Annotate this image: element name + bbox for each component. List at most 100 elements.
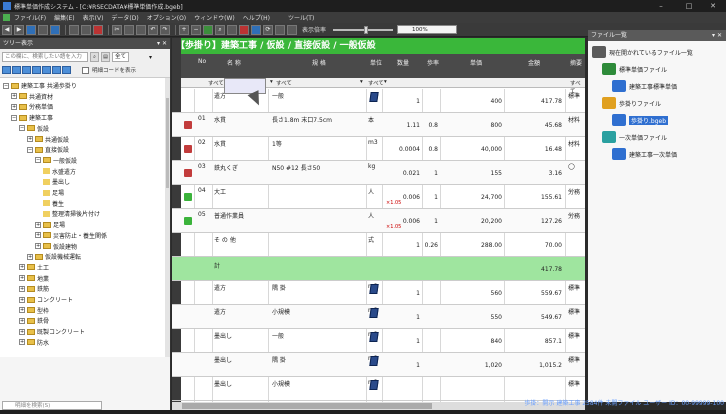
save-icon[interactable] bbox=[50, 24, 60, 35]
expand-icon[interactable]: + bbox=[19, 307, 25, 314]
cell-amount[interactable]: 45.68 bbox=[507, 122, 562, 129]
expand-icon[interactable]: + bbox=[19, 296, 25, 303]
zoom-value-field[interactable]: 100% bbox=[397, 25, 458, 34]
preview-icon[interactable] bbox=[81, 24, 91, 35]
menu-help[interactable]: ヘルプ(H) bbox=[243, 13, 270, 22]
expand-icon[interactable]: + bbox=[35, 221, 41, 228]
tree-item[interactable]: 足場 bbox=[43, 188, 64, 197]
cell-qty[interactable]: 1 bbox=[384, 290, 420, 297]
table-row[interactable]: 03 鉄丸くぎ N50 #12 長さ50 kg 0.021 1 155 3.16 ◯ bbox=[172, 161, 585, 185]
cell-no[interactable]: 04 bbox=[198, 187, 210, 194]
cell-name[interactable]: 大工 bbox=[214, 187, 264, 196]
tree-item[interactable]: + 型枠 bbox=[19, 306, 49, 315]
cell-amount[interactable]: 3.16 bbox=[507, 170, 562, 177]
cell-price[interactable]: 40,000 bbox=[442, 146, 502, 153]
cell-rate[interactable]: 1 bbox=[422, 194, 438, 201]
cell-spec[interactable]: 一般 bbox=[272, 331, 362, 340]
tree-item[interactable]: − 建築工事 共通歩掛り bbox=[3, 81, 77, 90]
paste-icon[interactable] bbox=[136, 24, 146, 35]
menu-view[interactable]: 表示(V) bbox=[83, 13, 104, 22]
cell-qty[interactable]: 0.0004 bbox=[384, 146, 420, 153]
cell-no[interactable]: 02 bbox=[198, 139, 210, 146]
cell-name[interactable]: 墨出し bbox=[214, 379, 264, 388]
tree-item[interactable]: + 共通資材 bbox=[11, 92, 53, 101]
search-options-icon[interactable]: ▤ bbox=[101, 52, 110, 62]
remove-row-icon[interactable]: − bbox=[191, 24, 201, 35]
table-row[interactable]: 墨出し一般m21840857.1標準 bbox=[172, 329, 585, 353]
cell-name[interactable]: 墨出し bbox=[214, 355, 264, 364]
cell-note[interactable]: 材料 bbox=[568, 115, 584, 124]
expand-icon[interactable]: + bbox=[19, 339, 25, 346]
expand-icon[interactable]: + bbox=[27, 136, 33, 142]
tree-scrollbar-thumb[interactable] bbox=[166, 98, 169, 188]
cell-name[interactable]: 普通作業員 bbox=[214, 211, 264, 220]
delete-icon[interactable] bbox=[93, 24, 103, 35]
table-row[interactable]: 05 普通作業員人 0.006 1 20,200 127.26 労務 ×1.05 bbox=[172, 209, 585, 233]
table-row[interactable]: そ の 他 式 1 0.26 288.00 70.00 bbox=[172, 233, 585, 257]
collapse-icon[interactable]: − bbox=[3, 82, 9, 89]
file-list-item[interactable]: 標準単価ファイル bbox=[602, 63, 667, 75]
table-row[interactable]: 01 水貫 長さ1.8m 末口7.5cm 本 1.11 0.8 800 45.68 材料 bbox=[172, 113, 585, 137]
tree-item[interactable]: − 建築工事 bbox=[11, 113, 53, 122]
cell-note[interactable]: 標準 bbox=[568, 379, 584, 388]
cell-price[interactable]: 840 bbox=[442, 338, 502, 345]
cell-unit[interactable]: 式 bbox=[368, 235, 382, 244]
file-list-item[interactable]: 歩掛り.bgeb bbox=[612, 114, 669, 126]
expand-icon[interactable]: + bbox=[19, 317, 25, 324]
file-list-item[interactable]: 一次単価ファイル bbox=[602, 131, 667, 143]
tree-item[interactable]: + 防水 bbox=[19, 338, 49, 347]
table-row[interactable]: 墨出し小規模m2標準 bbox=[172, 377, 585, 401]
cell-no[interactable]: 01 bbox=[198, 115, 210, 122]
tree-tool-icon[interactable] bbox=[12, 66, 21, 74]
tree-item[interactable]: + 仮設建物 bbox=[35, 242, 77, 251]
cell-amount[interactable]: 16.48 bbox=[507, 146, 562, 153]
col-header-unit[interactable]: 単位 bbox=[370, 58, 382, 67]
cell-note[interactable]: 標準 bbox=[568, 355, 584, 364]
cell-qty[interactable]: 1 bbox=[384, 338, 420, 345]
filter-name-arrow-icon[interactable]: ▾ bbox=[270, 79, 273, 85]
expand-icon[interactable]: + bbox=[11, 103, 17, 110]
detail-search-field[interactable]: 明細を検索(S) bbox=[2, 401, 102, 410]
cell-rate[interactable]: 1 bbox=[422, 170, 438, 177]
tree-scrollbar[interactable] bbox=[165, 78, 170, 357]
tree-item[interactable]: 養生 bbox=[43, 199, 64, 208]
cell-name[interactable]: 水貫 bbox=[214, 139, 264, 148]
cell-unit[interactable]: 人 bbox=[368, 211, 382, 220]
cell-spec[interactable]: 1等 bbox=[272, 139, 362, 148]
tree-item[interactable]: − 一般仮設 bbox=[35, 156, 77, 165]
menu-edit[interactable]: 編集(E) bbox=[54, 13, 74, 22]
zoom-slider[interactable] bbox=[333, 25, 394, 34]
cell-note[interactable]: 労務 bbox=[568, 187, 584, 196]
cell-spec[interactable]: 小規模 bbox=[272, 379, 362, 388]
tree-search-input[interactable] bbox=[2, 52, 88, 62]
table-row[interactable]: 02 水貫 1等 m3 0.0004 0.8 40,000 16.48 材料 bbox=[172, 137, 585, 161]
copy-icon[interactable] bbox=[124, 24, 134, 35]
filter-name[interactable]: すべて bbox=[208, 79, 224, 87]
cell-name[interactable]: 水貫 bbox=[214, 115, 264, 124]
cell-note[interactable]: 労務 bbox=[568, 211, 584, 220]
cut-icon[interactable]: ✂ bbox=[112, 24, 122, 35]
cell-amount[interactable]: 1,015.2 bbox=[507, 362, 562, 369]
expand-icon[interactable]: + bbox=[19, 275, 25, 282]
chart-icon[interactable] bbox=[275, 24, 285, 35]
expand-icon[interactable]: + bbox=[19, 264, 25, 271]
cell-unit[interactable]: 人 bbox=[368, 187, 382, 196]
cell-name[interactable]: 鉄丸くぎ bbox=[214, 163, 264, 172]
cell-price[interactable]: 1,020 bbox=[442, 362, 502, 369]
tree-item[interactable]: − 仮設 bbox=[19, 124, 49, 133]
tree-item[interactable]: + 共通仮設 bbox=[27, 135, 69, 144]
cell-qty[interactable]: 0.021 bbox=[384, 170, 420, 177]
cell-price[interactable]: 560 bbox=[442, 290, 502, 297]
tree-item[interactable]: − 直接仮設 bbox=[27, 145, 69, 154]
cell-name[interactable]: 計 bbox=[214, 261, 264, 270]
col-header-no[interactable]: No bbox=[198, 58, 206, 65]
cell-rate[interactable]: 0.8 bbox=[422, 146, 438, 153]
cell-note[interactable]: 標準 bbox=[568, 91, 584, 100]
calculator-icon[interactable] bbox=[203, 24, 213, 35]
menu-file[interactable]: ファイル(F) bbox=[14, 13, 46, 22]
redo-icon[interactable]: ↷ bbox=[160, 24, 170, 35]
search-icon[interactable]: ⌕ bbox=[90, 52, 99, 62]
tree-item[interactable]: + 土工 bbox=[19, 263, 49, 272]
cell-price[interactable]: 550 bbox=[442, 314, 502, 321]
tree-panel-pin[interactable]: ▾ ✕ bbox=[157, 38, 167, 49]
